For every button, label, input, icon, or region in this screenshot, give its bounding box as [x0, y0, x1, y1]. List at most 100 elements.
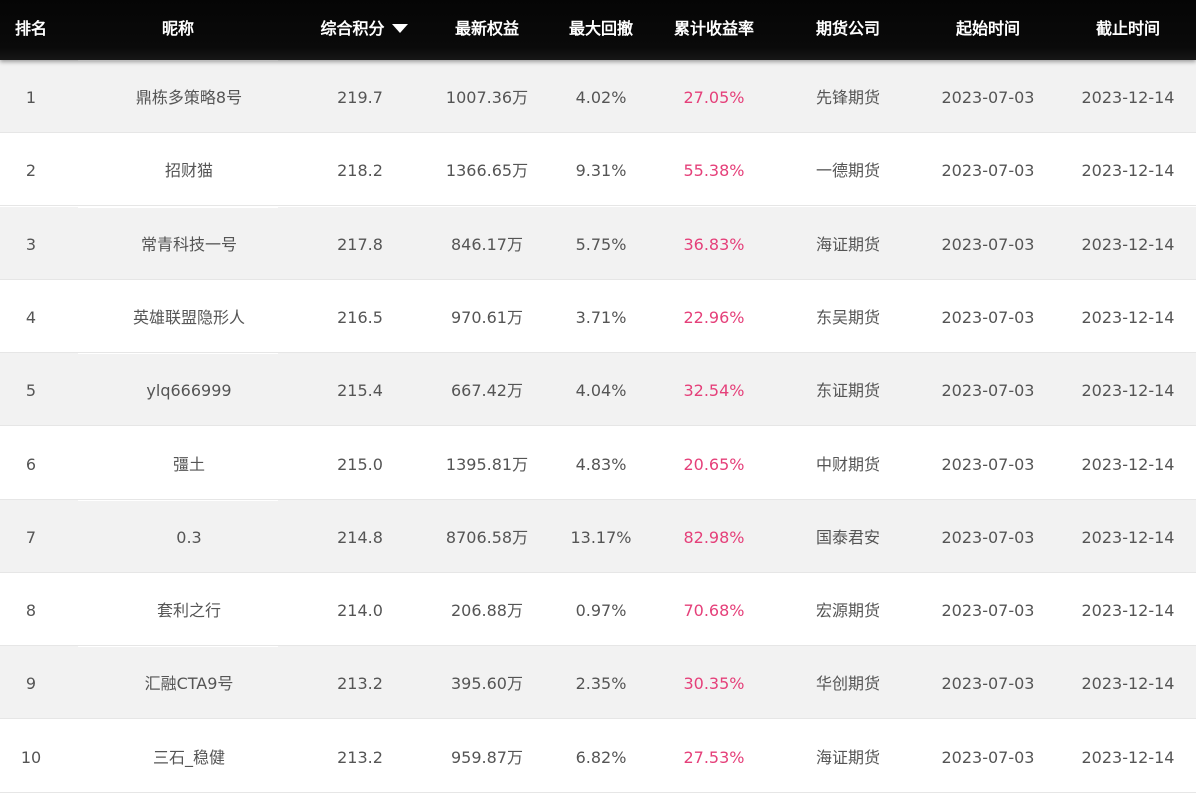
score-cell: 215.4 — [337, 381, 383, 400]
return-cell: 36.83% — [683, 235, 745, 254]
sort-desc-icon[interactable] — [391, 24, 408, 33]
drawdown-cell: 6.82% — [575, 748, 627, 767]
end-date-cell: 2023-12-14 — [1081, 308, 1175, 327]
column-header-end[interactable]: 截止时间 — [1058, 0, 1196, 60]
table-row[interactable]: 7 0.3 214.8 8706.58万 13.17% 82.98% 国泰君安 … — [0, 500, 1196, 573]
column-header-nickname[interactable]: 昵称 — [78, 0, 278, 60]
table-row[interactable]: 1 鼎栋多策略8号 219.7 1007.36万 4.02% 27.05% 先锋… — [0, 60, 1196, 133]
nickname-cell[interactable]: 套利之行 — [78, 573, 300, 646]
company-cell: 东证期货 — [815, 381, 880, 400]
equity-cell: 846.17万 — [451, 235, 523, 254]
return-cell: 30.35% — [683, 674, 745, 693]
equity-cell: 206.88万 — [451, 601, 523, 620]
return-cell: 27.53% — [683, 748, 745, 767]
return-cell: 22.96% — [683, 308, 745, 327]
company-cell: 海证期货 — [815, 235, 880, 254]
start-date-cell: 2023-07-03 — [941, 308, 1035, 327]
end-date-cell: 2023-12-14 — [1081, 748, 1175, 767]
table-body: 1 鼎栋多策略8号 219.7 1007.36万 4.02% 27.05% 先锋… — [0, 60, 1196, 793]
nickname-cell[interactable]: 招财猫 — [78, 133, 300, 206]
drawdown-cell: 5.75% — [575, 235, 627, 254]
end-date-cell: 2023-12-14 — [1081, 601, 1175, 620]
company-cell: 一德期货 — [815, 161, 880, 180]
equity-cell: 1395.81万 — [445, 455, 529, 474]
ranking-table: 排名 昵称 综合积分 最新权益 最大回撤 累计收益率 期货公司 起始时间 截止时… — [0, 0, 1196, 793]
score-cell: 215.0 — [337, 455, 383, 474]
start-date-cell: 2023-07-03 — [941, 601, 1035, 620]
end-date-cell: 2023-12-14 — [1081, 88, 1175, 107]
table-row[interactable]: 4 英雄联盟隐形人 216.5 970.61万 3.71% 22.96% 东吴期… — [0, 280, 1196, 353]
return-cell: 20.65% — [683, 455, 745, 474]
rank-cell: 4 — [25, 308, 37, 327]
drawdown-cell: 13.17% — [570, 528, 632, 547]
table-row[interactable]: 8 套利之行 214.0 206.88万 0.97% 70.68% 宏源期货 2… — [0, 573, 1196, 646]
column-header-rank[interactable]: 排名 — [0, 0, 62, 60]
nickname-cell[interactable]: 彊土 — [78, 427, 300, 500]
rank-cell: 8 — [25, 601, 37, 620]
drawdown-cell: 0.97% — [575, 601, 627, 620]
rank-cell: 1 — [25, 88, 37, 107]
drawdown-cell: 2.35% — [575, 674, 627, 693]
return-cell: 55.38% — [683, 161, 745, 180]
rank-cell: 2 — [25, 161, 37, 180]
start-date-cell: 2023-07-03 — [941, 748, 1035, 767]
nickname-cell[interactable]: 常青科技一号 — [78, 207, 300, 280]
equity-cell: 970.61万 — [451, 308, 523, 327]
return-cell: 82.98% — [683, 528, 745, 547]
score-cell: 214.0 — [337, 601, 383, 620]
score-cell: 213.2 — [337, 674, 383, 693]
score-cell: 217.8 — [337, 235, 383, 254]
end-date-cell: 2023-12-14 — [1081, 235, 1175, 254]
score-cell: 213.2 — [337, 748, 383, 767]
column-header-start[interactable]: 起始时间 — [918, 0, 1058, 60]
company-cell: 东吴期货 — [815, 308, 880, 327]
return-cell: 70.68% — [683, 601, 745, 620]
start-date-cell: 2023-07-03 — [941, 235, 1035, 254]
nickname-cell[interactable]: 鼎栋多策略8号 — [78, 60, 300, 133]
drawdown-cell: 4.83% — [575, 455, 627, 474]
table-row[interactable]: 10 三石_稳健 213.2 959.87万 6.82% 27.53% 海证期货… — [0, 720, 1196, 793]
rank-cell: 10 — [20, 748, 42, 767]
rank-cell: 9 — [25, 674, 37, 693]
column-header-equity[interactable]: 最新权益 — [428, 0, 546, 60]
start-date-cell: 2023-07-03 — [941, 88, 1035, 107]
start-date-cell: 2023-07-03 — [941, 528, 1035, 547]
rank-cell: 6 — [25, 455, 37, 474]
column-header-return[interactable]: 累计收益率 — [656, 0, 772, 60]
equity-cell: 395.60万 — [451, 674, 523, 693]
table-header: 排名 昵称 综合积分 最新权益 最大回撤 累计收益率 期货公司 起始时间 截止时… — [0, 0, 1196, 60]
rank-cell: 5 — [25, 381, 37, 400]
end-date-cell: 2023-12-14 — [1081, 455, 1175, 474]
start-date-cell: 2023-07-03 — [941, 381, 1035, 400]
rank-cell: 7 — [25, 528, 37, 547]
company-cell: 中财期货 — [815, 455, 880, 474]
company-cell: 国泰君安 — [815, 528, 880, 547]
company-cell: 先锋期货 — [815, 88, 880, 107]
company-cell: 华创期货 — [815, 674, 880, 693]
equity-cell: 959.87万 — [451, 748, 523, 767]
score-cell: 218.2 — [337, 161, 383, 180]
rank-cell: 3 — [25, 235, 37, 254]
drawdown-cell: 9.31% — [575, 161, 627, 180]
start-date-cell: 2023-07-03 — [941, 455, 1035, 474]
column-header-drawdown[interactable]: 最大回撤 — [546, 0, 656, 60]
table-row[interactable]: 2 招财猫 218.2 1366.65万 9.31% 55.38% 一德期货 2… — [0, 133, 1196, 206]
end-date-cell: 2023-12-14 — [1081, 161, 1175, 180]
nickname-cell[interactable]: 三石_稳健 — [78, 720, 300, 793]
table-row[interactable]: 9 汇融CTA9号 213.2 395.60万 2.35% 30.35% 华创期… — [0, 646, 1196, 719]
equity-cell: 8706.58万 — [445, 528, 529, 547]
nickname-cell[interactable]: 0.3 — [78, 500, 300, 573]
end-date-cell: 2023-12-14 — [1081, 381, 1175, 400]
nickname-cell[interactable]: ylq666999 — [78, 353, 300, 426]
nickname-cell[interactable]: 汇融CTA9号 — [78, 646, 300, 719]
table-row[interactable]: 3 常青科技一号 217.8 846.17万 5.75% 36.83% 海证期货… — [0, 207, 1196, 280]
table-row[interactable]: 5 ylq666999 215.4 667.42万 4.04% 32.54% 东… — [0, 353, 1196, 426]
table-row[interactable]: 6 彊土 215.0 1395.81万 4.83% 20.65% 中财期货 20… — [0, 427, 1196, 500]
column-header-company[interactable]: 期货公司 — [788, 0, 908, 60]
column-header-score[interactable]: 综合积分 — [290, 0, 430, 60]
return-cell: 32.54% — [683, 381, 745, 400]
score-cell: 216.5 — [337, 308, 383, 327]
start-date-cell: 2023-07-03 — [941, 161, 1035, 180]
drawdown-cell: 4.02% — [575, 88, 627, 107]
nickname-cell[interactable]: 英雄联盟隐形人 — [78, 280, 300, 353]
